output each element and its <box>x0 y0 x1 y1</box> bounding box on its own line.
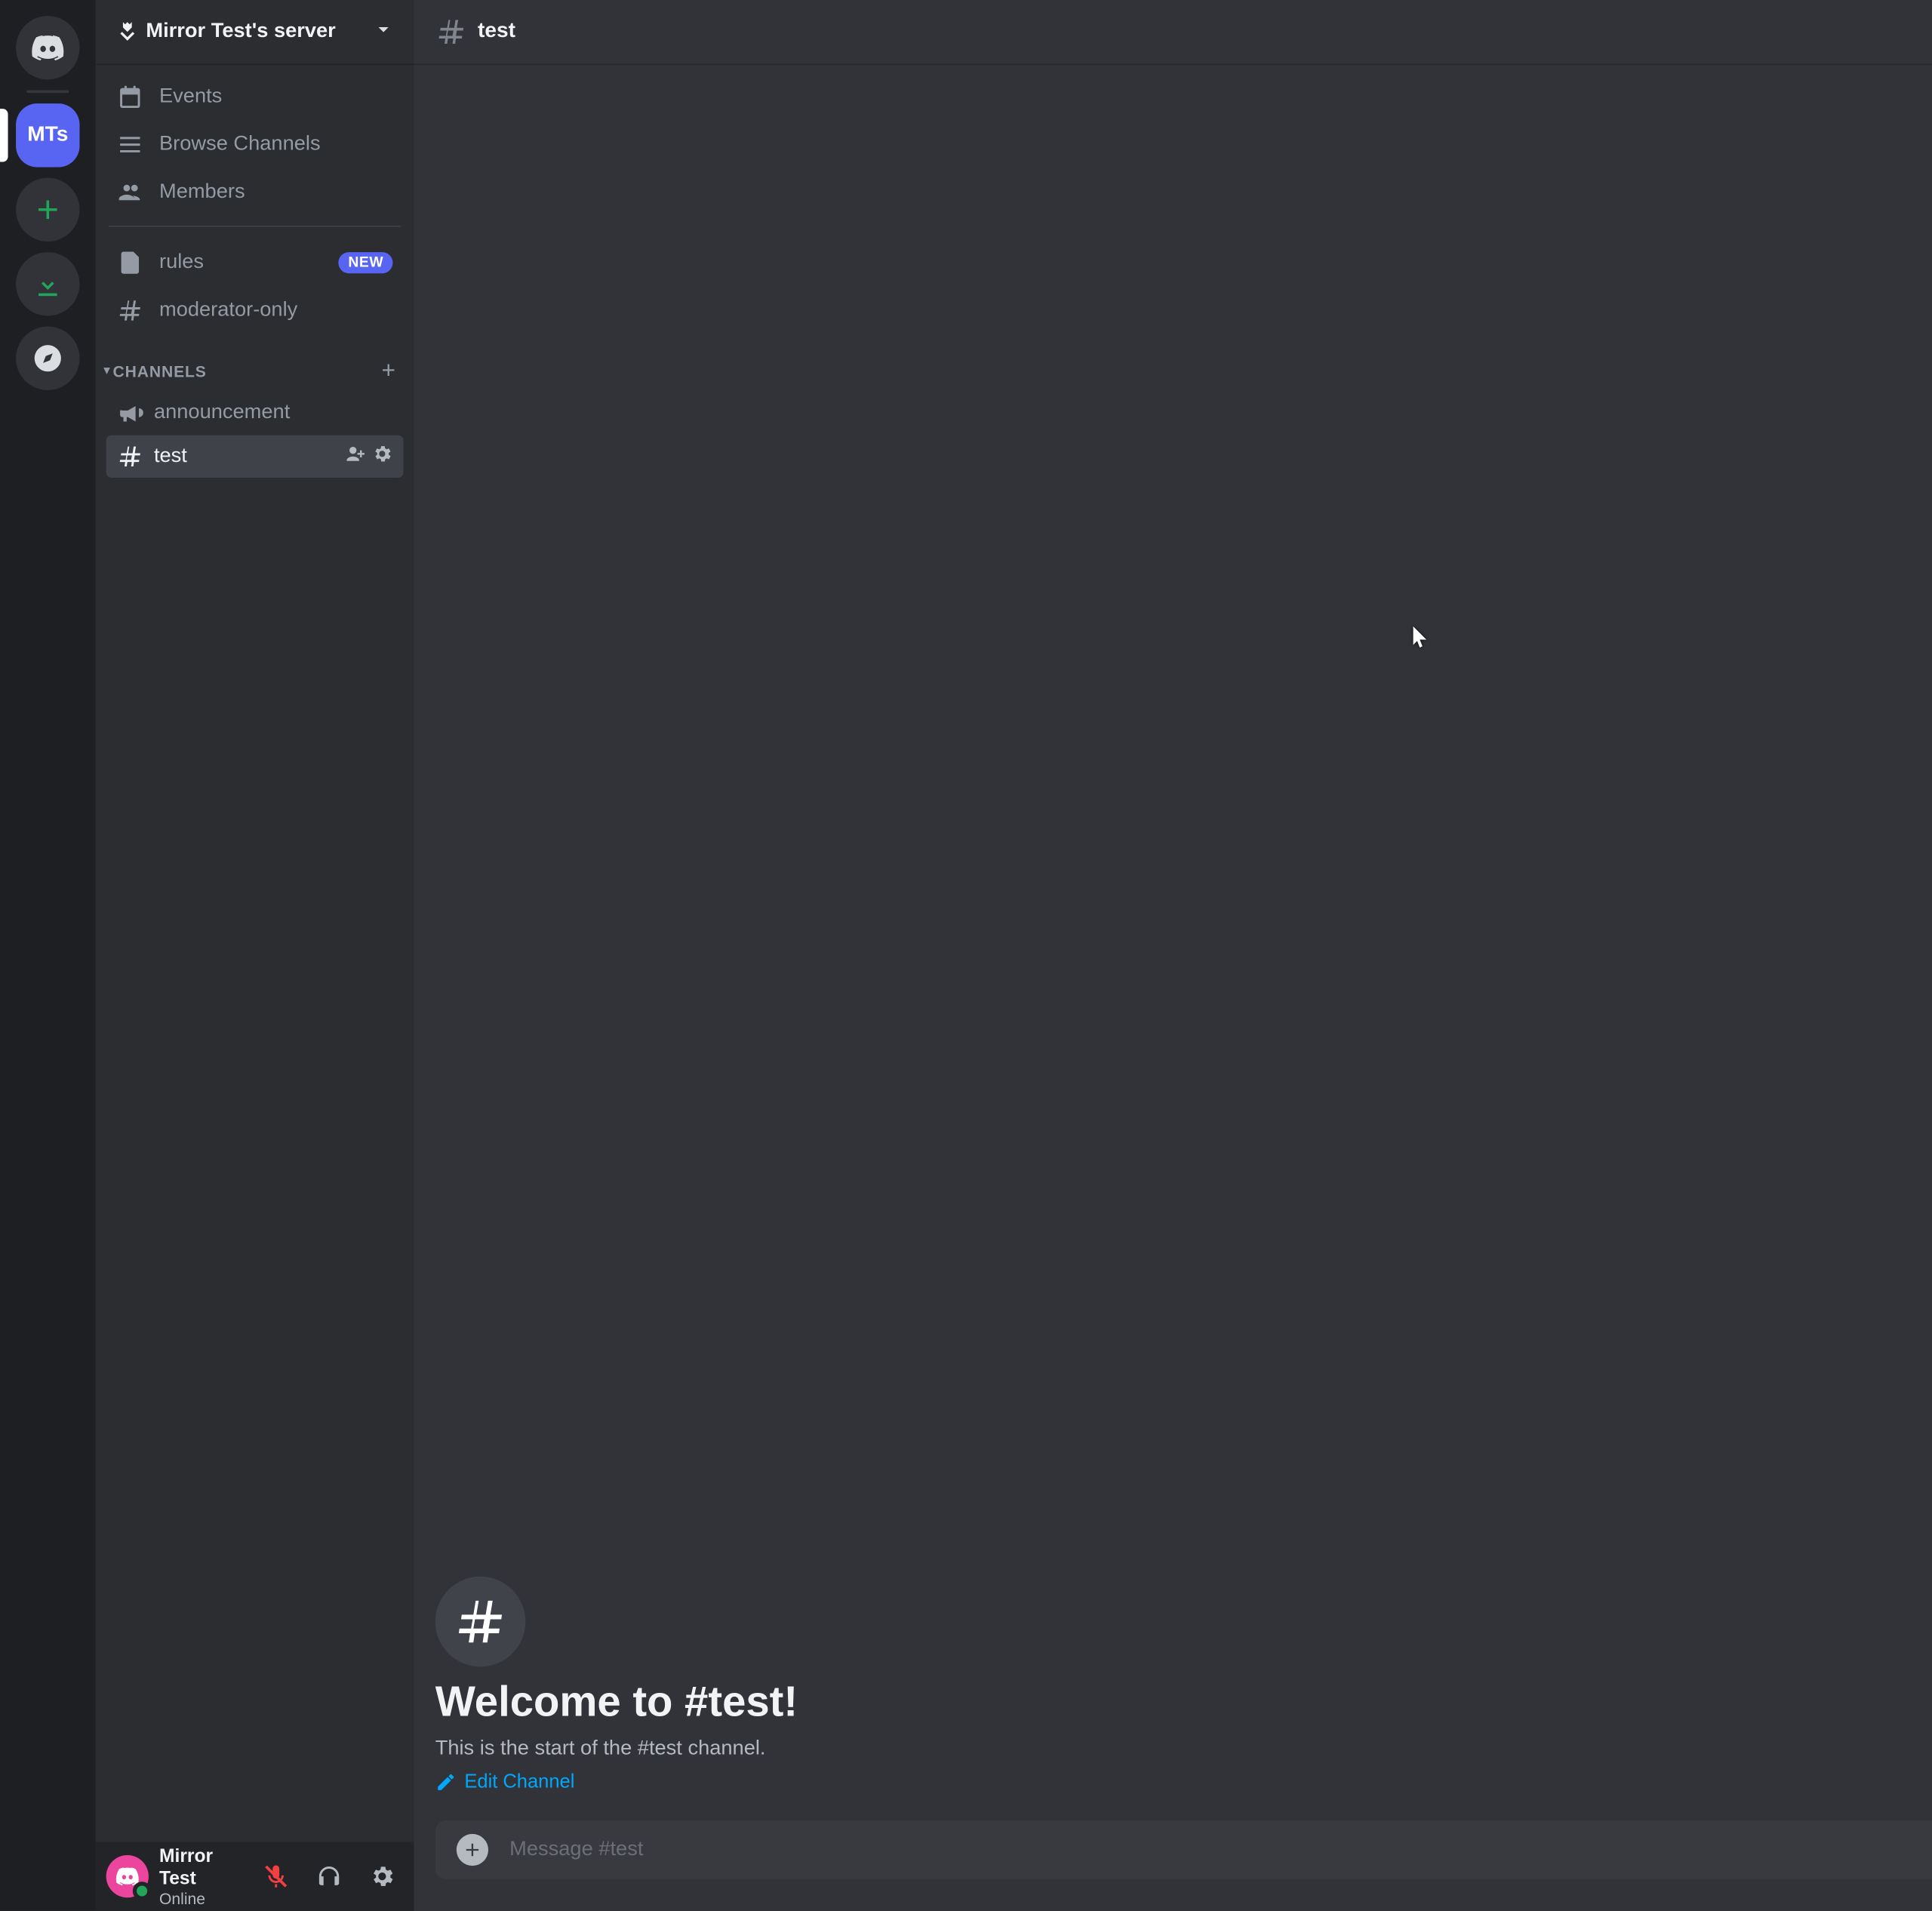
sidebar-item-browse-channels[interactable]: Browse Channels <box>106 122 404 168</box>
channel-label: rules <box>159 251 204 275</box>
chevron-down-icon: ▾ <box>103 364 110 378</box>
channel-test[interactable]: test <box>106 435 404 478</box>
welcome-subtitle: This is the start of the #test channel. <box>435 1737 1932 1762</box>
server-name: Mirror Test's server <box>146 20 335 44</box>
browse-icon <box>117 131 143 158</box>
status-online-icon <box>133 1882 152 1900</box>
channel-header-name: test <box>478 20 515 44</box>
deafen-button[interactable] <box>308 1855 350 1897</box>
sidebar-item-label: Members <box>159 180 245 205</box>
hash-icon <box>117 297 143 324</box>
mouse-cursor <box>1414 626 1429 648</box>
add-server-button[interactable] <box>16 178 79 242</box>
sidebar-separator <box>109 226 401 227</box>
welcome-hash-icon <box>435 1577 526 1667</box>
welcome-title: Welcome to #test! <box>435 1677 1932 1726</box>
megaphone-icon <box>117 399 143 426</box>
input-row: GIF <box>414 1820 1932 1911</box>
channel-sidebar: Mirror Test's server Events Browse Chann… <box>96 0 414 1911</box>
download-apps-button[interactable] <box>16 252 79 315</box>
edit-channel-link[interactable]: Edit Channel <box>435 1771 575 1793</box>
sidebar-item-events[interactable]: Events <box>106 74 404 119</box>
rail-separator <box>26 91 69 94</box>
dm-home-button[interactable] <box>16 16 79 79</box>
edit-channel-label: Edit Channel <box>464 1771 574 1793</box>
server-boost-icon <box>117 21 138 42</box>
channel-label: announcement <box>154 401 392 425</box>
user-status: Online <box>159 1889 245 1908</box>
hash-icon <box>435 16 467 48</box>
members-icon <box>117 179 143 205</box>
server-abbr: MTs <box>27 124 68 148</box>
mic-muted-icon <box>263 1863 289 1890</box>
sidebar-item-label: Events <box>159 85 222 109</box>
add-channel-button[interactable]: + <box>381 357 395 385</box>
message-input-container[interactable]: GIF <box>435 1820 1932 1879</box>
channel-announcement[interactable]: announcement <box>106 392 404 434</box>
calendar-icon <box>117 84 143 110</box>
server-selection-indicator <box>0 109 8 162</box>
rules-icon <box>117 250 143 276</box>
channel-header: test ? <box>414 0 1932 63</box>
channel-label: test <box>154 445 334 469</box>
user-panel: Mirror Test Online <box>96 1842 414 1910</box>
server-selected[interactable]: MTs <box>16 103 79 167</box>
category-label: CHANNELS <box>113 362 382 380</box>
hash-icon <box>117 443 143 469</box>
invite-button[interactable] <box>345 442 366 470</box>
server-rail: MTs <box>0 0 96 1911</box>
username: Mirror Test <box>159 1845 245 1889</box>
chat-body: Welcome to #test! This is the start of t… <box>414 63 1932 1820</box>
mute-button[interactable] <box>255 1855 297 1897</box>
channel-rules[interactable]: rules NEW <box>106 240 404 285</box>
headphones-icon <box>315 1863 342 1890</box>
message-input[interactable] <box>509 1838 1932 1862</box>
server-dropdown[interactable]: Mirror Test's server <box>96 0 414 63</box>
sidebar-item-members[interactable]: Members <box>106 170 404 215</box>
explore-servers-button[interactable] <box>16 327 79 390</box>
compass-icon <box>32 343 63 374</box>
discord-logo-icon <box>29 29 66 66</box>
person-plus-icon <box>345 442 366 463</box>
plus-icon <box>32 194 63 226</box>
new-badge: NEW <box>339 252 392 273</box>
gear-icon <box>369 1863 395 1890</box>
sidebar-scroll[interactable]: Events Browse Channels Members rules NEW… <box>96 63 414 1842</box>
download-icon <box>32 268 63 300</box>
gear-icon <box>371 442 392 463</box>
main-area: test ? Welcome to #test! This is the sta… <box>414 0 1932 1911</box>
attach-button[interactable] <box>457 1834 488 1866</box>
user-settings-button[interactable] <box>361 1855 403 1897</box>
channel-label: moderator-only <box>159 299 297 323</box>
channel-moderator-only[interactable]: moderator-only <box>106 288 404 334</box>
channel-settings-button[interactable] <box>371 442 392 470</box>
sidebar-item-label: Browse Channels <box>159 133 321 157</box>
plus-icon <box>462 1839 483 1860</box>
pencil-icon <box>435 1771 457 1793</box>
chevron-down-icon <box>371 17 395 47</box>
category-channels[interactable]: ▾ CHANNELS + <box>96 336 414 390</box>
user-meta[interactable]: Mirror Test Online <box>159 1845 245 1908</box>
welcome-block: Welcome to #test! This is the start of t… <box>435 1577 1932 1799</box>
user-avatar[interactable] <box>106 1855 149 1897</box>
